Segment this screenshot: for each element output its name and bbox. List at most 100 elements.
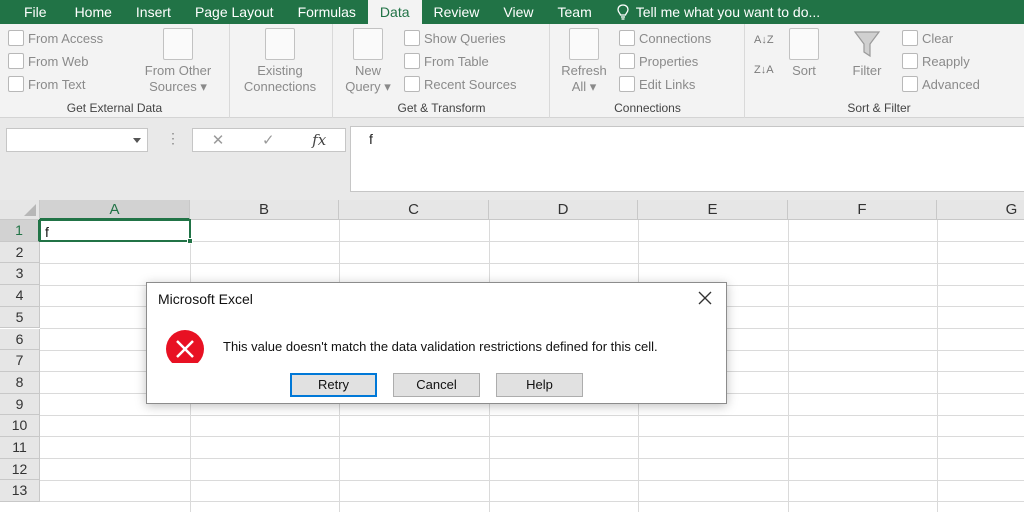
gridline [40, 480, 1024, 481]
from-other-sources-button[interactable]: From Other Sources ▾ [132, 28, 224, 95]
connections-button[interactable]: Connections [619, 28, 711, 48]
row-header-13[interactable]: 13 [0, 480, 40, 503]
gridline [40, 436, 1024, 437]
tab-insert[interactable]: Insert [124, 0, 183, 24]
row-header-6[interactable]: 6 [0, 328, 40, 351]
tab-page-layout[interactable]: Page Layout [183, 0, 286, 24]
sort-button[interactable]: Sort [782, 28, 826, 79]
column-header-c[interactable]: C [339, 200, 489, 220]
reapply-button[interactable]: Reapply [902, 51, 970, 71]
tab-view[interactable]: View [491, 0, 545, 24]
lightbulb-icon [617, 4, 629, 20]
tab-team[interactable]: Team [546, 0, 604, 24]
clear-button[interactable]: Clear [902, 28, 953, 48]
web-icon [8, 53, 24, 69]
column-header-d[interactable]: D [489, 200, 638, 220]
filter-label: Filter [852, 63, 882, 78]
row-header-1[interactable]: 1 [0, 220, 40, 242]
gridline [40, 458, 1024, 459]
from-table-button[interactable]: From Table [404, 51, 489, 71]
column-header-a[interactable]: A [40, 200, 190, 220]
advanced-label: Advanced [922, 76, 980, 92]
connections-label: Connections [639, 30, 712, 46]
from-table-label: From Table [424, 53, 489, 69]
from-access-button[interactable]: From Access [8, 28, 103, 48]
sort-az-button[interactable]: A↓Z [754, 30, 774, 50]
retry-button[interactable]: Retry [290, 373, 377, 397]
row-header-9[interactable]: 9 [0, 393, 40, 416]
clear-label: Clear [922, 30, 954, 46]
row-header-7[interactable]: 7 [0, 350, 40, 372]
tell-me-text: Tell me what you want to do... [635, 4, 821, 20]
insert-function-button[interactable]: fx [312, 131, 326, 149]
cancel-entry-button[interactable]: ✕ [212, 131, 225, 149]
sort-za-icon: Z↓A [754, 64, 774, 76]
chevron-down-icon[interactable] [133, 138, 141, 143]
properties-icon [619, 53, 635, 69]
row-header-12[interactable]: 12 [0, 458, 40, 481]
from-access-label: From Access [28, 30, 104, 46]
access-icon [8, 30, 24, 46]
gridline [40, 263, 1024, 264]
column-header-e[interactable]: E [638, 200, 788, 220]
row-header-8[interactable]: 8 [0, 371, 40, 394]
tell-me-box[interactable]: Tell me what you want to do... [604, 4, 820, 20]
help-button[interactable]: Help [496, 373, 583, 397]
validation-error-dialog: Microsoft Excel This value doesn't match… [146, 282, 727, 404]
sort-za-button[interactable]: Z↓A [754, 60, 774, 80]
refresh-all-button[interactable]: Refresh All ▾ [555, 28, 613, 95]
tab-home[interactable]: Home [63, 0, 124, 24]
select-all-triangle [24, 204, 36, 216]
recent-sources-button[interactable]: Recent Sources [404, 74, 517, 94]
ribbon-tabs: File Home Insert Page Layout Formulas Da… [0, 0, 1024, 24]
from-web-button[interactable]: From Web [8, 51, 88, 71]
tab-file[interactable]: File [0, 0, 63, 24]
excel-window: File Home Insert Page Layout Formulas Da… [0, 0, 1024, 512]
sort-dialog-icon [789, 28, 819, 60]
text-file-icon [8, 76, 24, 92]
new-query-button[interactable]: New Query ▾ [342, 28, 394, 95]
cell-a1[interactable]: f [39, 219, 193, 244]
show-queries-label: Show Queries [424, 30, 506, 46]
advanced-button[interactable]: Advanced [902, 74, 980, 94]
cancel-button[interactable]: Cancel [393, 373, 480, 397]
filter-button[interactable]: Filter [842, 28, 892, 79]
column-header-g[interactable]: G [937, 200, 1024, 220]
retry-label: Retry [317, 377, 350, 392]
from-text-button[interactable]: From Text [8, 74, 86, 94]
formula-buttons: ✕ ✓ fx [192, 128, 346, 152]
edit-links-icon [619, 76, 635, 92]
other-sources-icon [163, 28, 193, 60]
from-web-label: From Web [28, 53, 89, 69]
gridline [40, 501, 1024, 502]
tab-review[interactable]: Review [422, 0, 492, 24]
row-header-3[interactable]: 3 [0, 263, 40, 286]
table-icon [404, 53, 420, 69]
row-header-2[interactable]: 2 [0, 241, 40, 264]
new-query-label-2: Query ▾ [345, 79, 391, 94]
close-icon[interactable] [694, 287, 716, 309]
group-label-sort-filter: Sort & Filter [847, 101, 911, 115]
enter-button[interactable]: ✓ [262, 131, 275, 149]
row-header-5[interactable]: 5 [0, 306, 40, 329]
properties-button[interactable]: Properties [619, 51, 698, 71]
show-queries-button[interactable]: Show Queries [404, 28, 506, 48]
edit-links-button[interactable]: Edit Links [619, 74, 695, 94]
fill-handle[interactable] [187, 238, 193, 244]
column-header-f[interactable]: F [788, 200, 937, 220]
row-header-4[interactable]: 4 [0, 285, 40, 307]
formula-input[interactable]: f [350, 126, 1024, 192]
formula-bar-grip[interactable]: ⋮ [166, 130, 180, 147]
select-all-button[interactable] [0, 200, 40, 220]
show-queries-icon [404, 30, 420, 46]
group-label-get-transform: Get & Transform [397, 101, 486, 115]
gridline [40, 415, 1024, 416]
clear-filter-icon [902, 30, 918, 46]
tab-formulas[interactable]: Formulas [286, 0, 368, 24]
tab-data[interactable]: Data [367, 0, 422, 24]
name-box[interactable] [6, 128, 148, 152]
sort-label: Sort [792, 63, 816, 78]
row-header-11[interactable]: 11 [0, 437, 40, 459]
column-header-b[interactable]: B [190, 200, 339, 220]
row-header-10[interactable]: 10 [0, 415, 40, 437]
